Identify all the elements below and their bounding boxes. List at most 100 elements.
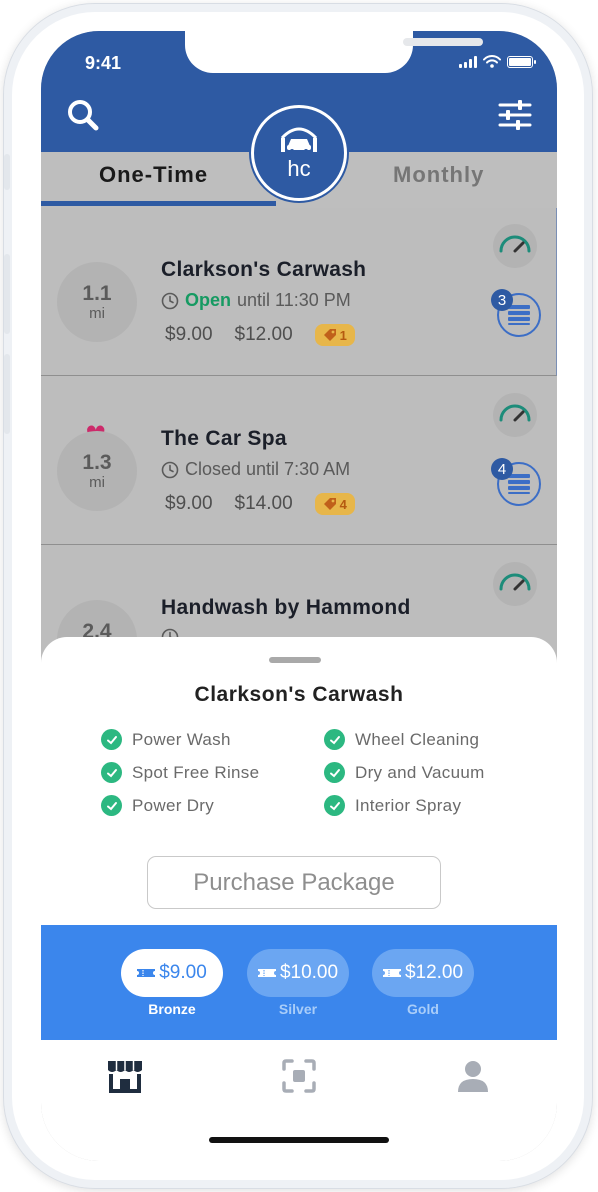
deals-count: 1 [339, 327, 347, 343]
tab-monthly[interactable]: Monthly [393, 162, 484, 188]
deals-count: 4 [339, 496, 347, 512]
hours-text: until 11:30 PM [237, 290, 351, 310]
tab-active-indicator [41, 201, 276, 206]
distance-value: 1.3 [82, 450, 112, 474]
tier-name: Silver [278, 1001, 318, 1017]
search-icon [68, 100, 99, 131]
tier-bronze[interactable]: $9.00 Bronze [121, 949, 223, 1017]
nav-scan[interactable] [277, 1054, 321, 1098]
status-icons [459, 55, 536, 68]
mute-switch [4, 154, 10, 190]
check-icon [324, 795, 345, 816]
tier-name: Gold [407, 1001, 439, 1017]
price-low: $9.00 [165, 324, 213, 345]
packages-button[interactable]: 4 [491, 458, 541, 506]
deals-badge[interactable]: 1 [314, 324, 355, 346]
wifi-icon [483, 55, 501, 68]
carwash-name: Handwash by Hammond [161, 596, 411, 619]
search-button[interactable] [63, 95, 103, 135]
tier-gold[interactable]: $12.00 Gold [372, 949, 474, 1017]
speedometer-icon [499, 573, 531, 591]
wait-time-gauge[interactable] [493, 224, 537, 268]
app-logo[interactable]: hc [251, 105, 347, 201]
feature-label: Spot Free Rinse [132, 762, 260, 782]
distance-unit: mi [89, 304, 105, 322]
hours-text: Closed until 7:30 AM [185, 459, 351, 479]
open-status: Open [185, 290, 232, 310]
carwash-row[interactable]: ♥ 1.3 mi The Car Spa Closed until 7:30 A… [41, 377, 557, 545]
deals-badge[interactable]: 4 [314, 493, 355, 515]
bottom-navigation [41, 1040, 557, 1161]
wait-time-gauge[interactable] [493, 562, 537, 606]
price-high: $14.00 [234, 493, 293, 514]
feature-label: Wheel Cleaning [355, 729, 480, 749]
features-right-column: Wheel Cleaning Dry and Vacuum Interior S… [324, 723, 485, 822]
carwash-name: Clarkson's Carwash [161, 258, 367, 281]
feature-item: Power Dry [101, 789, 259, 822]
car-wash-icon [280, 127, 318, 153]
packages-count: 4 [491, 458, 513, 480]
tier-silver[interactable]: $10.00 Silver [247, 949, 349, 1017]
tag-icon [323, 329, 336, 341]
price-range: $9.00 $14.00 4 [165, 493, 355, 515]
nav-store[interactable] [103, 1054, 147, 1098]
volume-up-button [4, 254, 10, 334]
feature-item: Power Wash [101, 723, 259, 756]
feature-item: Interior Spray [324, 789, 485, 822]
feature-item: Dry and Vacuum [324, 756, 485, 789]
nav-profile[interactable] [451, 1054, 495, 1098]
distance-badge: 1.1 mi [57, 262, 137, 342]
packages-button[interactable]: 3 [491, 289, 541, 337]
price-high: $12.00 [234, 324, 293, 345]
wait-time-gauge[interactable] [493, 393, 537, 437]
check-icon [101, 795, 122, 816]
check-icon [101, 762, 122, 783]
speaker [403, 38, 483, 46]
carwash-hours: Closed until 7:30 AM [161, 459, 350, 480]
home-indicator[interactable] [209, 1137, 389, 1143]
tab-one-time[interactable]: One-Time [99, 162, 208, 188]
tier-selector: $9.00 Bronze $10.00 Silver $12.00 Gold [41, 925, 557, 1040]
sheet-drag-handle[interactable] [269, 657, 321, 663]
sheet-title: Clarkson's Carwash [194, 683, 404, 706]
feature-label: Dry and Vacuum [355, 762, 485, 782]
check-icon [101, 729, 122, 750]
sliders-icon [498, 100, 532, 130]
profile-icon [458, 1061, 488, 1092]
logo-text: hc [287, 156, 311, 181]
feature-label: Power Dry [132, 795, 215, 815]
filter-button[interactable] [495, 95, 535, 135]
tier-pill[interactable]: $12.00 [372, 949, 474, 997]
carwash-row[interactable]: 1.1 mi Clarkson's Carwash Open until 11:… [41, 208, 557, 376]
purchase-package-button[interactable]: Purchase Package [147, 856, 441, 909]
package-sheet: Clarkson's Carwash Power Wash Spot Free … [41, 637, 557, 927]
price-low: $9.00 [165, 493, 213, 514]
features-left-column: Power Wash Spot Free Rinse Power Dry [101, 723, 259, 822]
speedometer-icon [499, 404, 531, 422]
feature-label: Power Wash [132, 729, 231, 749]
feature-label: Interior Spray [355, 795, 462, 815]
app-screen: 9:41 One-Time Monthly hc 1.1 mi Clarkson… [41, 31, 557, 1161]
signal-icon [459, 56, 477, 68]
check-icon [324, 729, 345, 750]
tier-price: $9.00 [159, 962, 207, 983]
feature-item: Wheel Cleaning [324, 723, 485, 756]
price-range: $9.00 $12.00 1 [165, 324, 355, 346]
battery-icon [507, 56, 536, 68]
notch [185, 31, 483, 73]
distance-value: 1.1 [82, 281, 112, 305]
check-icon [324, 762, 345, 783]
tier-price: $10.00 [279, 962, 339, 983]
status-time: 9:41 [85, 53, 122, 73]
carwash-hours: Open until 11:30 PM [161, 290, 351, 311]
clock-icon [161, 292, 179, 309]
scan-icon [282, 1059, 316, 1093]
tier-pill[interactable]: $10.00 [247, 949, 349, 997]
tag-icon [323, 498, 336, 510]
tier-name: Bronze [148, 1001, 196, 1017]
ticket-icon [137, 969, 156, 977]
volume-down-button [4, 354, 10, 434]
tier-pill[interactable]: $9.00 [121, 949, 223, 997]
ticket-icon [382, 969, 401, 977]
clock-icon [161, 461, 179, 478]
